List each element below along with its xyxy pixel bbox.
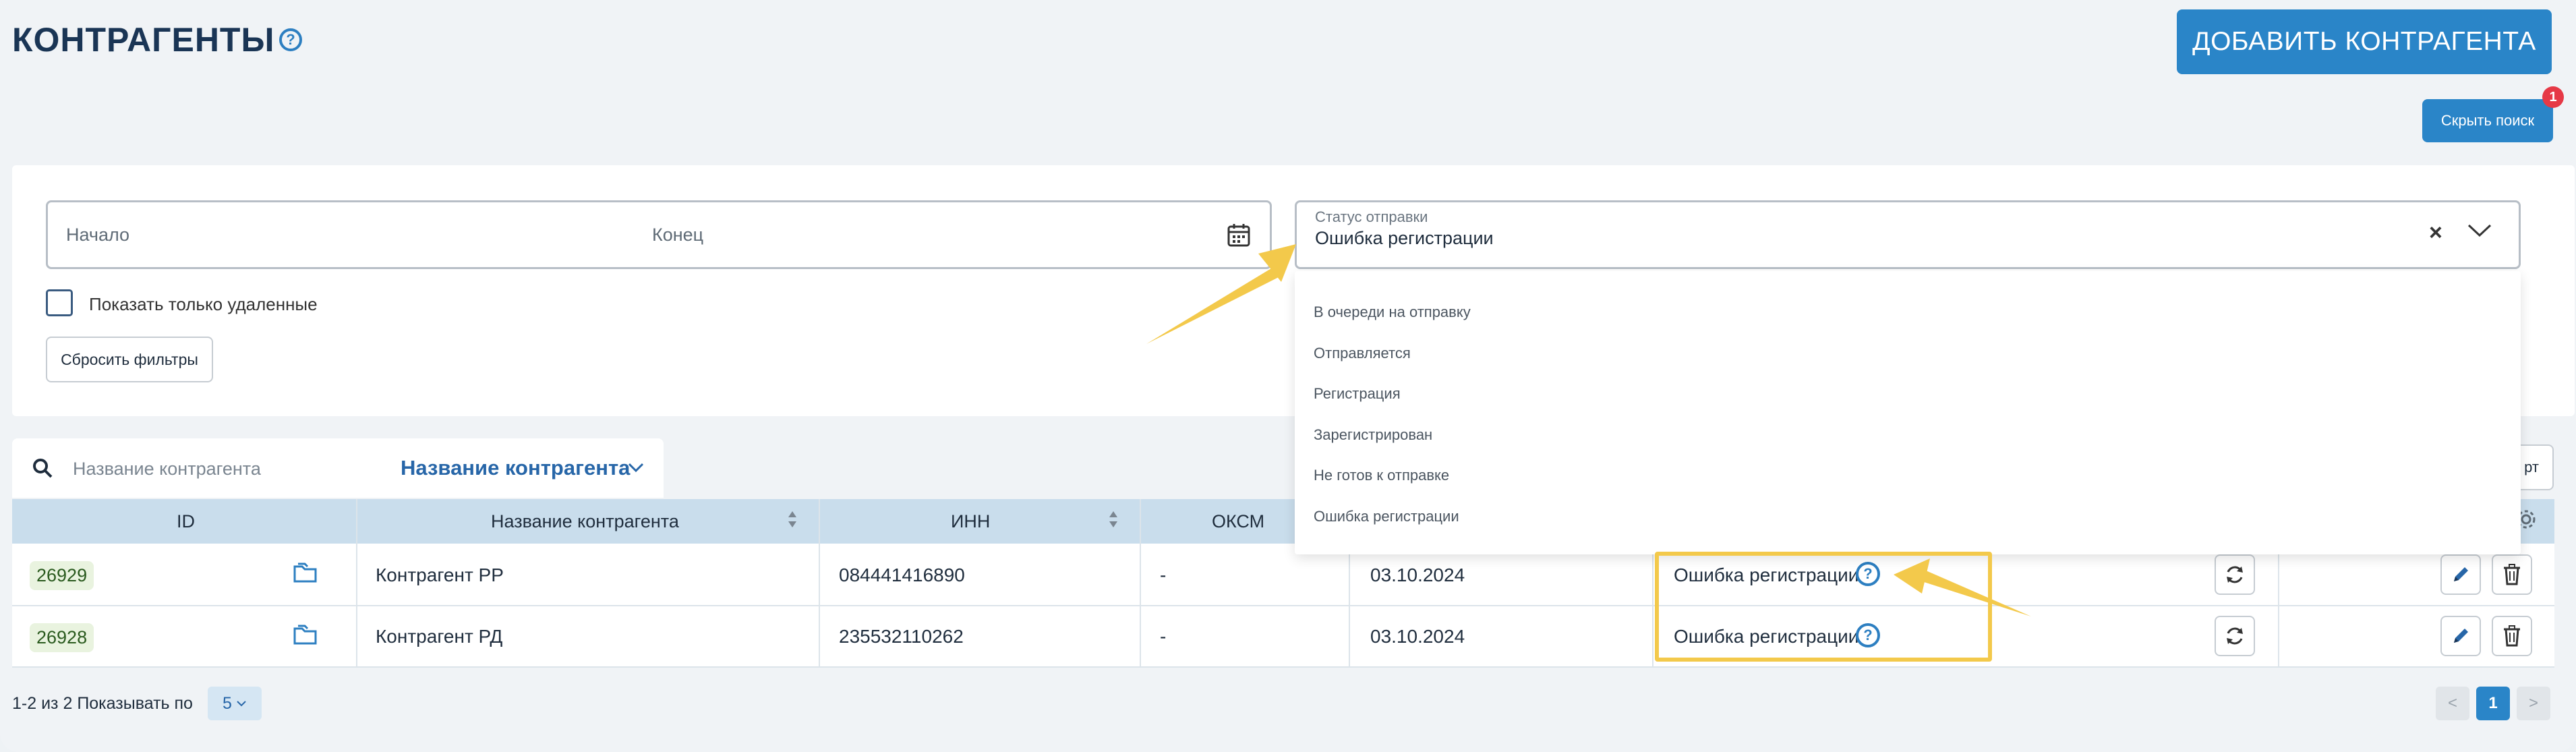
arrow-to-status-help: [1894, 558, 2031, 616]
arrow-to-status-field: [1146, 244, 1296, 344]
page: КОНТРАГЕНТЫ ? ДОБАВИТЬ КОНТРАГЕНТА Скрыт…: [0, 0, 2576, 752]
annotation-arrows: [1146, 244, 2031, 616]
